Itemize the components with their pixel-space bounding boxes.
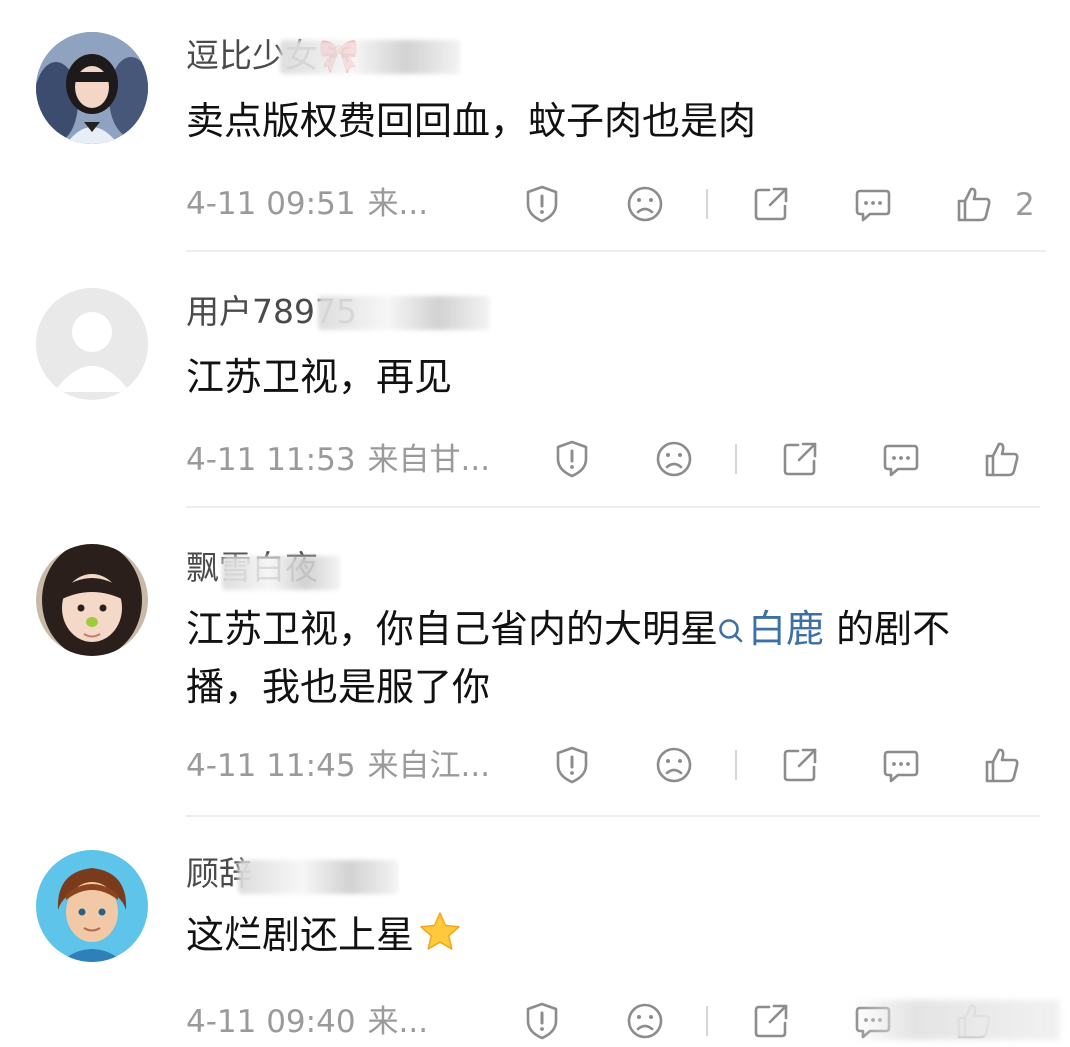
comment-item: 顾辞 这烂剧还上星 4-11 09:40 来... <box>0 0 1070 1047</box>
star-emoji-icon <box>420 912 460 950</box>
comment-text: 这烂剧还上星 <box>186 906 1026 964</box>
report-icon <box>526 1002 558 1040</box>
comment-source: 来... <box>367 1004 429 1040</box>
comment-time: 4-11 09:40 <box>186 1004 356 1040</box>
share-icon <box>754 1004 788 1038</box>
avatar[interactable] <box>36 850 148 962</box>
action-separator <box>706 1006 708 1036</box>
comment-meta: 4-11 09:40 来... <box>186 1002 428 1042</box>
dislike-face-icon <box>627 1003 663 1039</box>
watermark-blur <box>850 1000 1060 1040</box>
comment-text-part: 这烂剧还上星 <box>186 913 415 957</box>
share-button[interactable] <box>750 1000 792 1042</box>
username-blur-mask <box>238 860 398 894</box>
report-button[interactable] <box>521 1000 563 1042</box>
dislike-button[interactable] <box>624 1000 666 1042</box>
